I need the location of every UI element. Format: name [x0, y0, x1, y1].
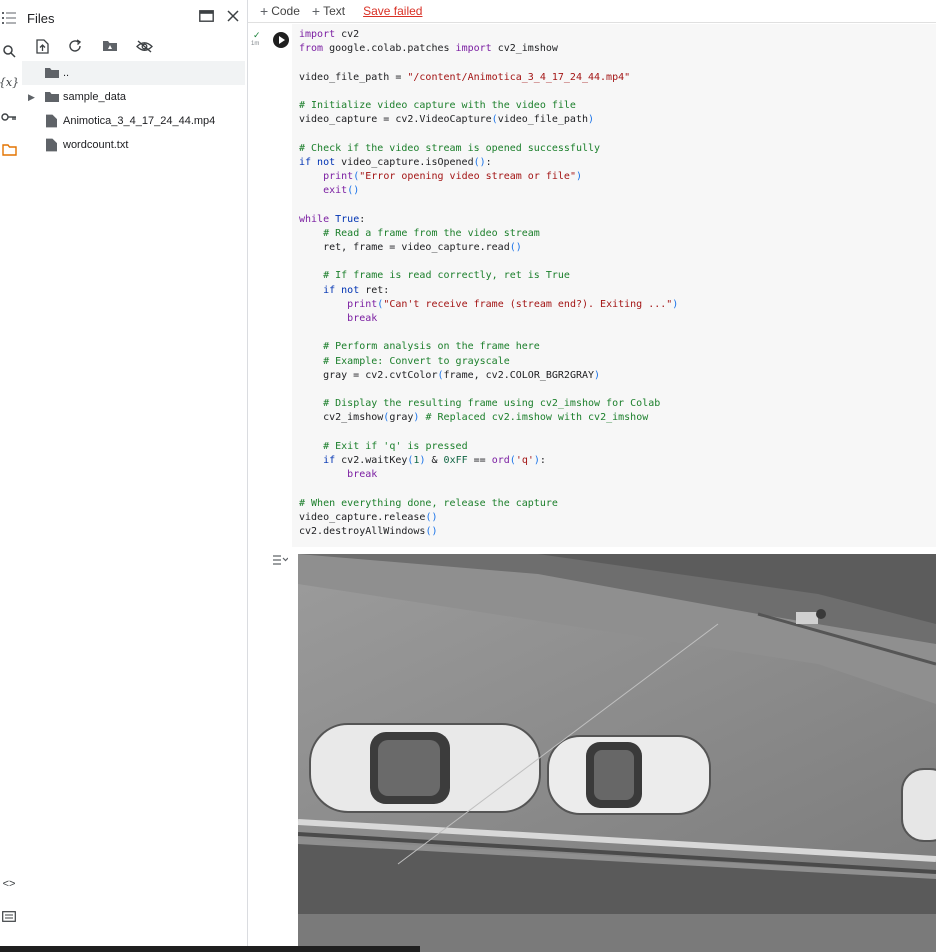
upload-file-icon[interactable] — [32, 36, 52, 56]
run-cell-button[interactable] — [273, 32, 289, 48]
files-panel: Files .. ▶ sample_data Animotica_3_4_17_… — [22, 0, 248, 952]
play-icon — [278, 36, 285, 44]
file-row-parent[interactable]: .. — [22, 61, 245, 85]
file-icon — [46, 138, 57, 152]
expand-caret-icon[interactable]: ▶ — [28, 92, 35, 103]
grayscale-street-frame — [298, 554, 936, 952]
search-icon[interactable] — [0, 42, 18, 60]
activity-rail: {x} <> — [0, 0, 22, 952]
variables-icon[interactable]: {x} — [0, 73, 19, 91]
plus-icon: + — [311, 3, 321, 19]
output-actions-icon[interactable] — [272, 554, 289, 568]
code-content[interactable]: import cv2 from google.colab.patches imp… — [299, 28, 678, 539]
table-of-contents-icon[interactable] — [0, 9, 18, 27]
refresh-icon[interactable] — [65, 36, 85, 56]
hide-hidden-files-icon[interactable] — [134, 36, 154, 56]
add-text-button[interactable]: + Text — [312, 3, 345, 19]
code-snippets-icon[interactable]: <> — [0, 875, 18, 893]
mount-drive-icon[interactable] — [100, 36, 120, 56]
file-row-sample-data[interactable]: ▶ sample_data — [22, 85, 245, 109]
secrets-key-icon[interactable] — [0, 108, 18, 126]
file-row-label: wordcount.txt — [63, 139, 129, 151]
file-row-video[interactable]: Animotica_3_4_17_24_44.mp4 — [22, 109, 245, 133]
files-panel-title: Files — [27, 11, 55, 26]
grayscale-frame-output-image — [298, 554, 936, 952]
command-palette-icon[interactable] — [0, 907, 18, 925]
open-in-tab-icon[interactable] — [196, 6, 216, 26]
execution-success-icon: ✓ — [253, 30, 261, 40]
folder-icon — [45, 92, 59, 102]
save-failed-link[interactable]: Save failed — [363, 4, 422, 18]
execution-time: 1m — [251, 41, 260, 47]
add-code-button[interactable]: + Code — [260, 3, 300, 19]
notebook-toolbar: + Code + Text Save failed — [248, 0, 936, 23]
file-icon — [46, 114, 57, 128]
file-row-label: Animotica_3_4_17_24_44.mp4 — [63, 115, 216, 127]
code-cell-editor[interactable]: import cv2 from google.colab.patches imp… — [292, 24, 936, 547]
file-row-wordcount[interactable]: wordcount.txt — [22, 133, 245, 157]
car-left-shape — [309, 723, 541, 813]
car-middle-shape — [547, 735, 711, 815]
close-icon[interactable] — [223, 6, 243, 26]
file-row-label: sample_data — [63, 91, 126, 103]
status-bar — [0, 946, 420, 952]
folder-open-icon — [45, 68, 59, 78]
plus-icon: + — [260, 3, 269, 19]
file-row-label: .. — [63, 67, 70, 79]
files-folder-icon[interactable] — [0, 141, 18, 159]
